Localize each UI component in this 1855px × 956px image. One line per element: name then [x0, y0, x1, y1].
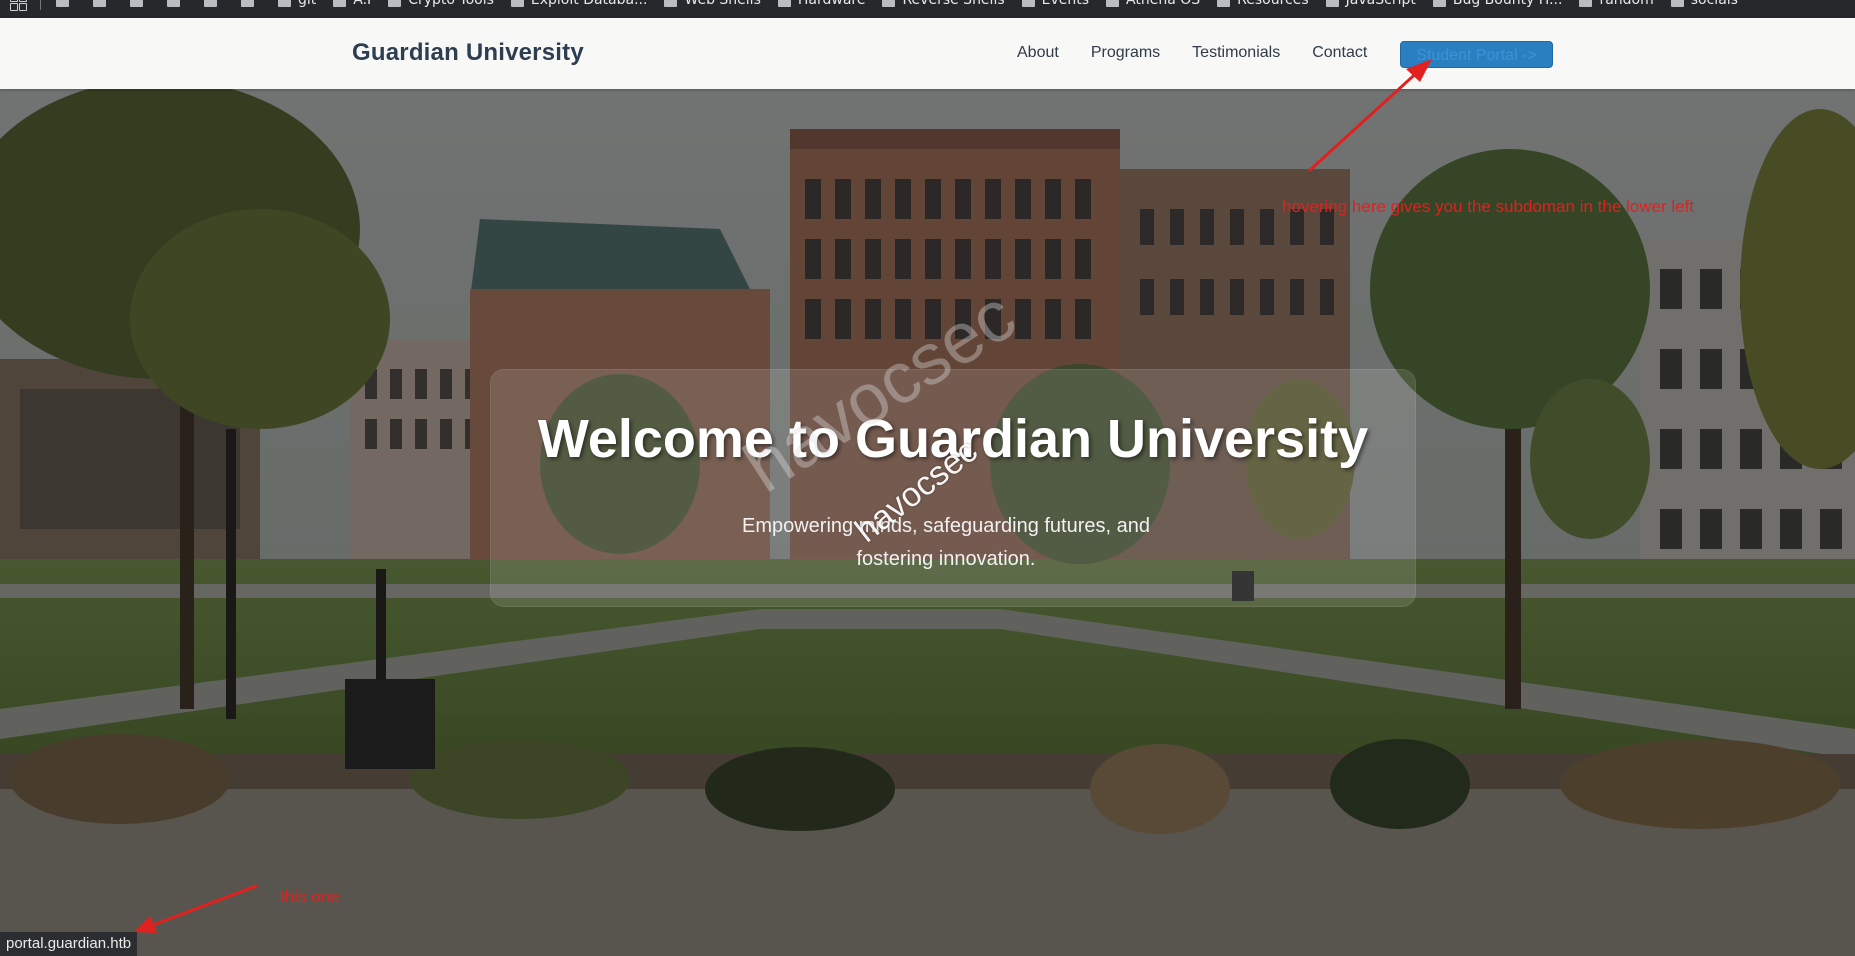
- bookmark-crypto-tools[interactable]: Crypto Tools: [388, 0, 494, 8]
- bookmark-bug-bounty[interactable]: Bug Bounty H...: [1432, 0, 1562, 8]
- folder-icon: [510, 0, 524, 7]
- bookmark-exploit-database[interactable]: Exploit Databa...: [510, 0, 647, 8]
- nav-link-contact[interactable]: Contact: [1312, 44, 1367, 62]
- link-preview-status-bar: portal.guardian.htb: [0, 932, 138, 956]
- bookmark-item[interactable]: [93, 0, 113, 7]
- bookmark-item[interactable]: [56, 0, 76, 7]
- folder-icon: [130, 0, 143, 7]
- bookmark-resources[interactable]: Resources: [1217, 0, 1309, 8]
- folder-icon: [1432, 0, 1446, 7]
- bookmark-item[interactable]: [130, 0, 150, 7]
- folder-icon: [777, 0, 791, 7]
- bookmark-reverse-shells[interactable]: Reverse Shells: [882, 0, 1005, 8]
- folder-icon: [1021, 0, 1035, 7]
- bookmark-events[interactable]: Events: [1021, 0, 1089, 8]
- site-header: Guardian University About Programs Testi…: [0, 18, 1855, 89]
- hero-subtitle: Empowering minds, safeguarding futures, …: [741, 515, 1150, 570]
- folder-icon: [1325, 0, 1339, 7]
- bookmarks-bar: git A.I Crypto Tools Exploit Databa... W…: [0, 0, 1855, 18]
- folder-icon: [93, 0, 106, 7]
- bookmark-web-shells[interactable]: Web Shells: [664, 0, 761, 8]
- annotation-this-one: this one: [280, 887, 340, 906]
- bookmark-javascript[interactable]: JavaScript: [1325, 0, 1416, 8]
- bookmark-random[interactable]: random: [1579, 0, 1654, 8]
- folder-icon: [1217, 0, 1231, 7]
- nav-link-about[interactable]: About: [1017, 44, 1059, 62]
- folder-icon: [1579, 0, 1593, 7]
- nav-link-programs[interactable]: Programs: [1091, 44, 1160, 62]
- folder-icon: [664, 0, 678, 7]
- bookmark-git[interactable]: git: [278, 0, 316, 8]
- folder-icon: [1106, 0, 1120, 7]
- hero-content-box: Welcome to Guardian University Empowerin…: [490, 369, 1416, 607]
- folder-icon: [56, 0, 69, 7]
- bookmark-athena-os[interactable]: Athena OS: [1106, 0, 1200, 8]
- hero-section: Welcome to Guardian University Empowerin…: [0, 89, 1855, 956]
- bookmark-ai[interactable]: A.I: [333, 0, 371, 8]
- bookmark-hardware[interactable]: Hardware: [777, 0, 865, 8]
- folder-icon: [1670, 0, 1684, 7]
- folder-icon: [388, 0, 402, 7]
- annotation-hover-note: hovering here gives you the subdoman in …: [1282, 197, 1695, 216]
- student-portal-button[interactable]: Student Portal ->: [1400, 41, 1553, 68]
- apps-grid-icon[interactable]: [10, 0, 28, 11]
- bookmark-item[interactable]: [241, 0, 261, 7]
- folder-icon: [333, 0, 347, 7]
- bookmark-socials[interactable]: socials: [1670, 0, 1738, 8]
- main-nav: About Programs Testimonials Contact: [1017, 44, 1399, 62]
- bookmark-item[interactable]: [204, 0, 224, 7]
- bookmark-item[interactable]: [167, 0, 187, 7]
- folder-icon: [167, 0, 180, 7]
- folder-icon: [882, 0, 896, 7]
- bookmarks-list: git A.I Crypto Tools Exploit Databa... W…: [56, 0, 1738, 8]
- site-logo[interactable]: Guardian University: [352, 39, 584, 67]
- nav-link-testimonials[interactable]: Testimonials: [1192, 44, 1280, 62]
- bookmarks-separator: [40, 0, 41, 10]
- folder-icon: [204, 0, 217, 7]
- folder-icon: [278, 0, 291, 7]
- folder-icon: [241, 0, 254, 7]
